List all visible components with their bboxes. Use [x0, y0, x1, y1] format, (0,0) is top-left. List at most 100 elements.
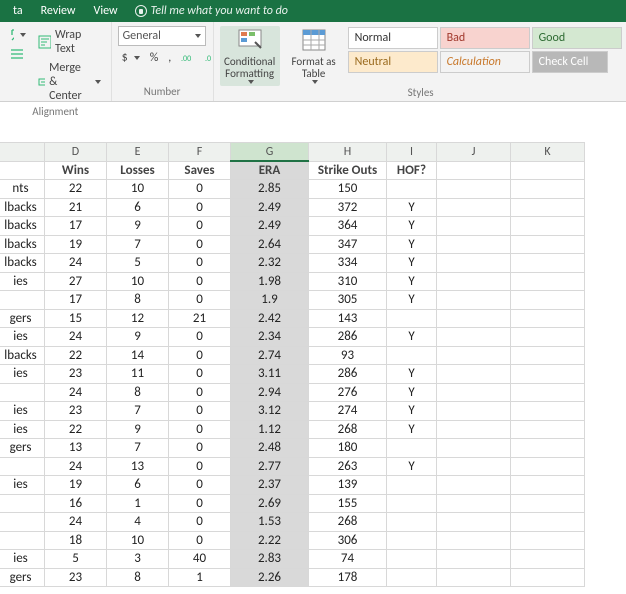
cell-hof[interactable] [387, 309, 437, 328]
cell-losses[interactable]: 7 [107, 439, 169, 458]
cell-era[interactable]: 2.94 [231, 383, 309, 402]
table-header-row[interactable]: Wins Losses Saves ERA Strike Outs HOF? [0, 161, 585, 180]
cell-hof[interactable] [387, 476, 437, 495]
cell-strikeouts[interactable]: 364 [309, 217, 387, 236]
table-row[interactable]: lbacks24502.32334Y [0, 254, 585, 273]
cell-empty[interactable] [437, 272, 511, 291]
cell-losses[interactable]: 7 [107, 235, 169, 254]
cell-saves[interactable]: 0 [169, 513, 231, 532]
table-row[interactable]: ies53402.8374 [0, 550, 585, 569]
cell-team[interactable]: lbacks [0, 217, 45, 236]
colhdr-h[interactable]: H [309, 143, 387, 162]
cell-saves[interactable]: 0 [169, 180, 231, 199]
cell-empty[interactable] [511, 328, 585, 347]
cell-era[interactable]: 2.83 [231, 550, 309, 569]
cell-strikeouts[interactable]: 139 [309, 476, 387, 495]
cell-strikeouts[interactable]: 150 [309, 180, 387, 199]
cell-saves[interactable]: 0 [169, 235, 231, 254]
cell-saves[interactable]: 0 [169, 217, 231, 236]
cell-empty[interactable] [437, 457, 511, 476]
cell-hof[interactable] [387, 531, 437, 550]
colhdr-j[interactable]: J [437, 143, 511, 162]
cell-losses[interactable]: 8 [107, 568, 169, 587]
cell-strikeouts[interactable]: 268 [309, 420, 387, 439]
tab-view[interactable]: View [85, 1, 127, 21]
style-check-cell[interactable]: Check Cell [532, 51, 608, 73]
cell-empty[interactable] [511, 180, 585, 199]
cell-strikeouts[interactable]: 180 [309, 439, 387, 458]
cell-team[interactable]: lbacks [0, 198, 45, 217]
cell-strikeouts[interactable]: 286 [309, 365, 387, 384]
cell-team[interactable] [0, 291, 45, 310]
cell-empty[interactable] [511, 550, 585, 569]
cell-saves[interactable]: 0 [169, 457, 231, 476]
cell-hof[interactable]: Y [387, 365, 437, 384]
cell-empty[interactable] [511, 420, 585, 439]
cell-empty[interactable] [437, 531, 511, 550]
cell-empty[interactable] [437, 180, 511, 199]
cell-wins[interactable]: 23 [45, 568, 107, 587]
cell-era[interactable]: 3.11 [231, 365, 309, 384]
tab-review[interactable]: Review [32, 1, 85, 21]
cell-hof[interactable]: Y [387, 272, 437, 291]
cell-saves[interactable]: 0 [169, 420, 231, 439]
table-row[interactable]: ies19602.37139 [0, 476, 585, 495]
cell-era[interactable]: 2.49 [231, 217, 309, 236]
cell-saves[interactable]: 0 [169, 254, 231, 273]
cell-team[interactable] [0, 494, 45, 513]
table-row[interactable]: lbacks221402.7493 [0, 346, 585, 365]
cell-losses[interactable]: 9 [107, 217, 169, 236]
cell-team[interactable] [0, 383, 45, 402]
cell-saves[interactable]: 0 [169, 272, 231, 291]
cell-era[interactable]: 2.48 [231, 439, 309, 458]
cell-era[interactable]: 2.37 [231, 476, 309, 495]
colhdr-f[interactable]: F [169, 143, 231, 162]
cell-losses[interactable]: 10 [107, 180, 169, 199]
cell-team[interactable]: ies [0, 402, 45, 421]
cell-strikeouts[interactable]: 263 [309, 457, 387, 476]
cell-strikeouts[interactable]: 274 [309, 402, 387, 421]
cell-losses[interactable]: 8 [107, 291, 169, 310]
cell-team[interactable] [0, 457, 45, 476]
cell-wins[interactable]: 17 [45, 217, 107, 236]
table-row[interactable]: lbacks17902.49364Y [0, 217, 585, 236]
cell-losses[interactable]: 9 [107, 328, 169, 347]
table-row[interactable]: ies24902.34286Y [0, 328, 585, 347]
cell-wins[interactable]: 27 [45, 272, 107, 291]
cell-saves[interactable]: 0 [169, 291, 231, 310]
cell-strikeouts[interactable]: 305 [309, 291, 387, 310]
cell-strikeouts[interactable]: 372 [309, 198, 387, 217]
cell-wins[interactable]: 15 [45, 309, 107, 328]
cell-wins[interactable]: 5 [45, 550, 107, 569]
number-format-dropdown[interactable]: General [118, 26, 206, 46]
cell-empty[interactable] [511, 402, 585, 421]
cell-strikeouts[interactable]: 306 [309, 531, 387, 550]
table-row[interactable]: ies22901.12268Y [0, 420, 585, 439]
merge-center-button[interactable]: Merge & Center [34, 59, 105, 105]
cell-wins[interactable]: 18 [45, 531, 107, 550]
cell-strikeouts[interactable]: 74 [309, 550, 387, 569]
cell-empty[interactable] [511, 291, 585, 310]
cell-saves[interactable]: 0 [169, 531, 231, 550]
cell-team[interactable]: lbacks [0, 235, 45, 254]
colhdr-i[interactable]: I [387, 143, 437, 162]
cell-hof[interactable]: Y [387, 198, 437, 217]
cell-strikeouts[interactable]: 334 [309, 254, 387, 273]
cell-hof[interactable] [387, 513, 437, 532]
cell-era[interactable]: 2.64 [231, 235, 309, 254]
cell-hof[interactable]: Y [387, 254, 437, 273]
cell-empty[interactable] [437, 439, 511, 458]
cell-hof[interactable]: Y [387, 235, 437, 254]
cell-empty[interactable] [437, 217, 511, 236]
cell-empty[interactable] [437, 420, 511, 439]
cell-saves[interactable]: 40 [169, 550, 231, 569]
comma-button[interactable]: , [164, 49, 175, 67]
orientation-button[interactable] [6, 26, 30, 44]
cell-hof[interactable]: Y [387, 328, 437, 347]
cell-wins[interactable]: 24 [45, 457, 107, 476]
cell-empty[interactable] [437, 383, 511, 402]
cell-team[interactable]: ies [0, 365, 45, 384]
cell-saves[interactable]: 0 [169, 198, 231, 217]
table-row[interactable]: gers23812.26178 [0, 568, 585, 587]
increase-decimal-button[interactable]: .00 [177, 49, 199, 67]
